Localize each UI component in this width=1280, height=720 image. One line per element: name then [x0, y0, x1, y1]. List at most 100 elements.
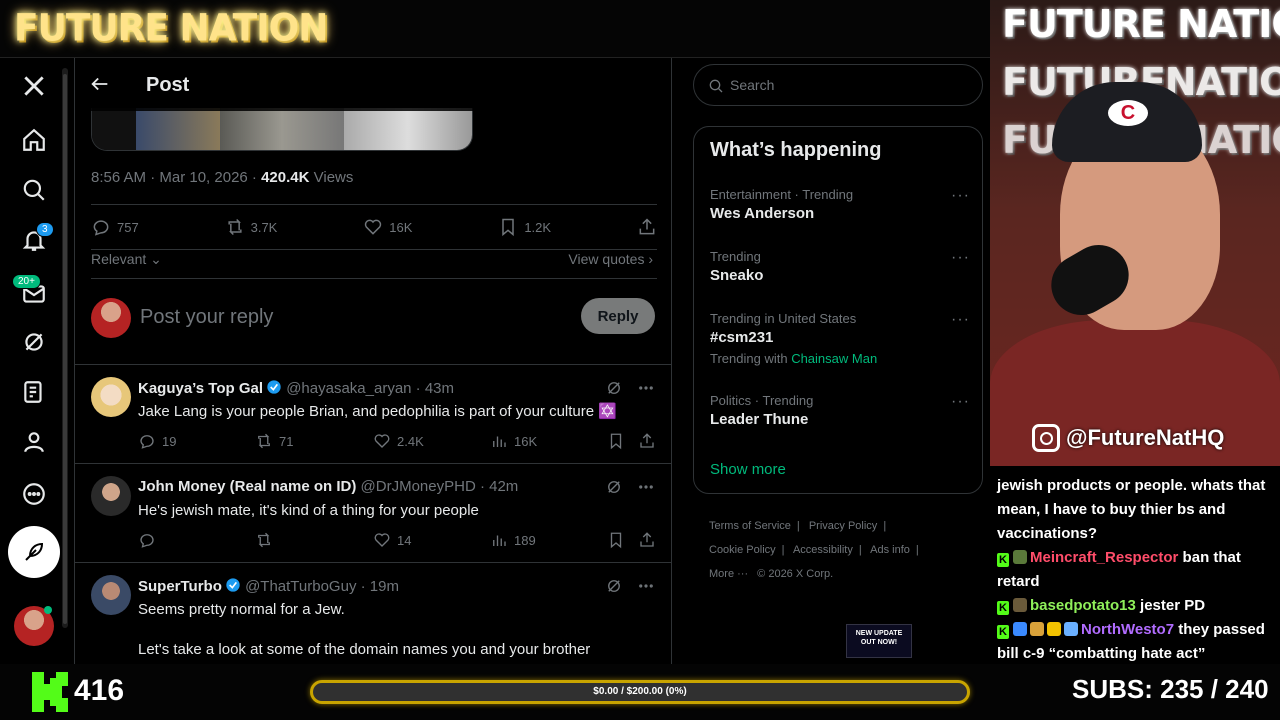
trend-with-link[interactable]: Chainsaw Man	[791, 351, 877, 366]
media-thumb[interactable]	[92, 108, 136, 150]
kick-badge-icon: K	[997, 601, 1009, 615]
footer-separator: |	[883, 520, 887, 532]
bookmark-action[interactable]	[607, 432, 625, 450]
user-badge-icon	[1013, 622, 1027, 636]
reply-author[interactable]: Kaguya’s Top Gal @hayasaka_aryan · 43m	[138, 379, 454, 397]
instagram-icon	[1032, 424, 1060, 452]
trend-more-icon[interactable]: ···	[951, 311, 970, 329]
trend-item[interactable]: Trending Sneako ···	[710, 249, 970, 284]
trend-name: Sneako	[710, 267, 764, 284]
trend-with: Trending with Chainsaw Man	[710, 351, 970, 366]
share-action[interactable]	[638, 432, 656, 450]
reply-author[interactable]: SuperTurbo @ThatTurboGuy · 19m	[138, 577, 399, 595]
stream-chat: jewish products or people. whats that me…	[990, 466, 1280, 664]
view-quotes-link[interactable]: View quotes ›	[568, 251, 653, 267]
search-nav-icon[interactable]	[10, 166, 58, 214]
more-options-icon[interactable]	[637, 577, 655, 595]
reply-tweet[interactable]: John Money (Real name on ID) @DrJMoneyPH…	[75, 464, 671, 563]
brand-title: FUTURE NATION	[14, 6, 328, 51]
footer-link-privacy[interactable]: Privacy Policy	[809, 520, 877, 532]
compose-post-button[interactable]	[8, 526, 60, 578]
reply-action[interactable]: 19	[138, 432, 176, 450]
notifications-bell-icon[interactable]: 3	[10, 216, 58, 264]
views-action[interactable]: 16K	[490, 432, 537, 450]
footer-link-terms[interactable]: Terms of Service	[709, 520, 791, 532]
more-circle-icon[interactable]	[10, 470, 58, 518]
trend-meta: Entertainment · Trending	[710, 187, 854, 202]
share-action[interactable]	[638, 531, 656, 549]
chat-username[interactable]: Meincraft_Respector	[1030, 549, 1178, 566]
grok-explain-icon[interactable]	[605, 577, 623, 595]
grok-icon[interactable]	[10, 318, 58, 366]
reply-text-line: Seems pretty normal for a Jew.	[138, 601, 345, 618]
reply-button[interactable]: Reply	[581, 298, 655, 334]
post-media-strip[interactable]	[91, 108, 473, 151]
share-upload-icon	[639, 218, 655, 235]
messages-envelope-icon[interactable]: 20+	[10, 270, 58, 318]
reply-sort-dropdown[interactable]: Relevant ⌄	[91, 251, 162, 268]
reply-composer-avatar	[91, 298, 131, 338]
media-thumb[interactable]	[136, 108, 220, 150]
reply-author[interactable]: John Money (Real name on ID) @DrJMoneyPH…	[138, 478, 518, 495]
heart-icon	[374, 434, 390, 448]
reply-action[interactable]: 757	[91, 216, 139, 238]
trend-more-icon[interactable]: ···	[951, 187, 970, 205]
reply-avatar[interactable]	[91, 476, 131, 516]
donation-goal-bar: $0.00 / $200.00 (0%)	[310, 680, 970, 704]
chat-username[interactable]: NorthWesto7	[1081, 621, 1174, 638]
reply-avatar[interactable]	[91, 575, 131, 615]
reply-action[interactable]	[138, 531, 162, 549]
notifications-badge: 3	[36, 222, 54, 237]
search-input[interactable]: Search	[693, 64, 983, 106]
show-more-link[interactable]: Show more	[710, 461, 786, 478]
reply-tweet[interactable]: SuperTurbo @ThatTurboGuy · 19m Seems pre…	[75, 563, 671, 664]
reply-tweet[interactable]: Kaguya’s Top Gal @hayasaka_aryan · 43m J…	[75, 365, 671, 464]
trend-item[interactable]: Entertainment · Trending Wes Anderson ··…	[710, 187, 970, 222]
footer-link-accessibility[interactable]: Accessibility	[793, 544, 853, 556]
like-action[interactable]: 16K	[363, 216, 412, 238]
lists-icon[interactable]	[10, 368, 58, 416]
chat-username[interactable]: basedpotato13	[1030, 597, 1136, 614]
reply-avatar[interactable]	[91, 377, 131, 417]
media-thumb[interactable]	[344, 108, 472, 150]
back-arrow-icon[interactable]	[89, 73, 111, 95]
main-column: Post 8:56 AM · Mar 10, 2026 · 420.4K Vie…	[74, 58, 672, 664]
repost-icon	[258, 532, 270, 548]
view-quotes-label: View quotes	[568, 251, 645, 267]
reply-action-bar: 19 71 2.4K 16K	[138, 432, 658, 452]
share-upload-icon	[640, 433, 654, 448]
trend-more-icon[interactable]: ···	[951, 249, 970, 267]
footer-link-cookie[interactable]: Cookie Policy	[709, 544, 776, 556]
trend-item[interactable]: Politics · Trending Leader Thune ···	[710, 393, 970, 428]
footer-link-more[interactable]: More ···	[709, 568, 748, 580]
crown-badge-icon	[1047, 622, 1061, 636]
grok-explain-icon[interactable]	[605, 379, 623, 397]
media-thumb[interactable]	[220, 108, 344, 150]
post-timestamp[interactable]: 8:56 AM · Mar 10, 2026 ·	[91, 169, 261, 186]
subs-counter: SUBS: 235 / 240	[1072, 674, 1269, 704]
footer-links: Terms of Service | Privacy Policy | Cookie…	[709, 514, 979, 586]
home-icon[interactable]	[10, 116, 58, 164]
like-action[interactable]: 2.4K	[373, 432, 424, 450]
reply-handle: @ThatTurboGuy · 19m	[245, 578, 399, 595]
repost-action[interactable]: 3.7K	[225, 216, 277, 238]
trend-more-icon[interactable]: ···	[951, 393, 970, 411]
x-logo-icon[interactable]	[10, 62, 58, 110]
nav-scrollbar-thumb[interactable]	[63, 74, 67, 624]
more-options-icon[interactable]	[637, 379, 655, 397]
footer-link-ads[interactable]: Ads info	[870, 544, 910, 556]
repost-action[interactable]	[255, 531, 279, 549]
share-action[interactable]	[637, 216, 657, 238]
trend-item[interactable]: Trending in United States #csm231 Trendi…	[710, 311, 970, 366]
views-action[interactable]: 189	[490, 531, 536, 549]
like-action[interactable]: 14	[373, 531, 411, 549]
profile-icon[interactable]	[10, 418, 58, 466]
repost-action[interactable]: 71	[255, 432, 293, 450]
grok-explain-icon[interactable]	[605, 478, 623, 496]
reply-input[interactable]: Post your reply	[140, 306, 273, 329]
trend-meta: Trending	[710, 249, 761, 264]
bookmark-action[interactable]	[607, 531, 625, 549]
bookmark-action[interactable]: 1.2K	[498, 216, 551, 238]
more-options-icon[interactable]	[637, 478, 655, 496]
reply-sort-label: Relevant	[91, 251, 147, 267]
